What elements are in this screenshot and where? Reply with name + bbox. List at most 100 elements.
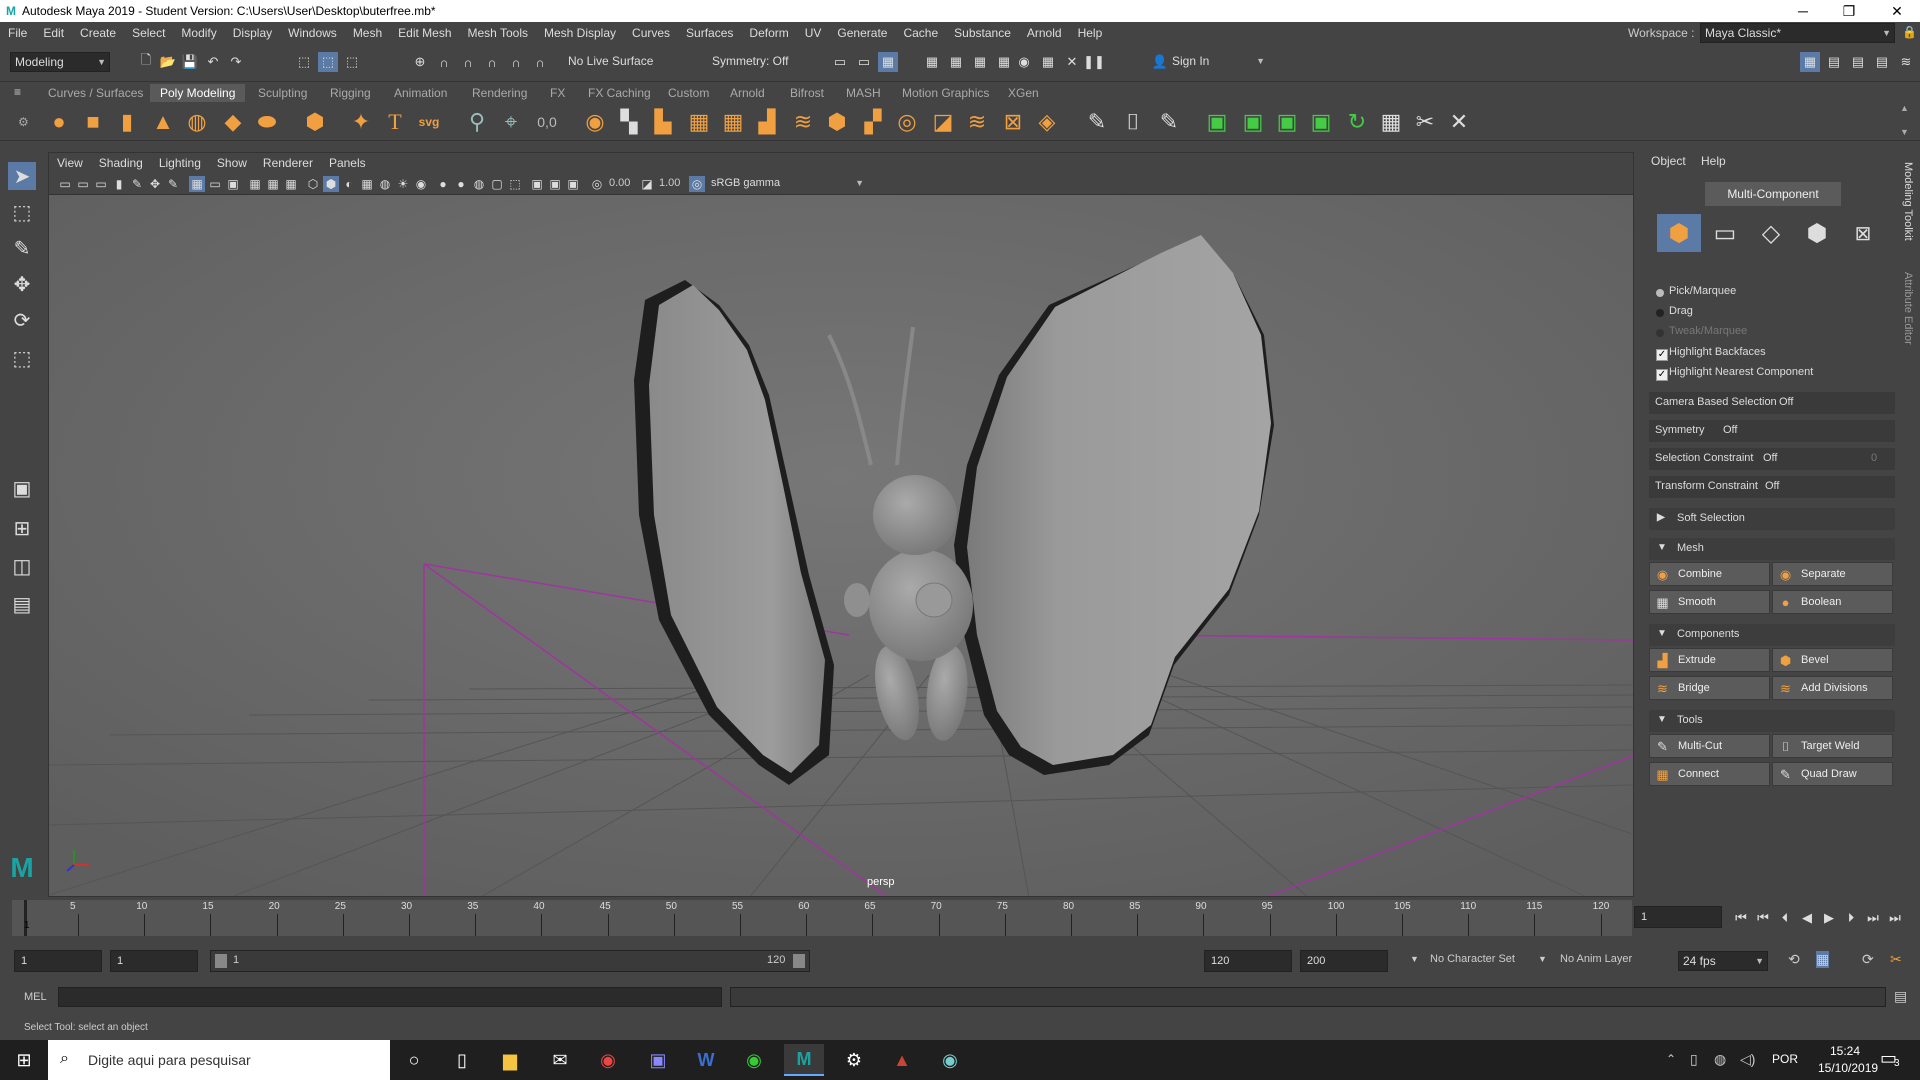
chrome-icon[interactable]: ◉	[588, 1044, 628, 1076]
sign-in-button[interactable]: Sign In ▼	[1168, 52, 1268, 72]
poly-disc-icon[interactable]: ⬬	[252, 107, 282, 137]
save-scene-icon[interactable]: 💾	[180, 52, 200, 72]
super-shape-icon[interactable]: ✦	[346, 107, 376, 137]
selection-constraint-row[interactable]: Selection Constraint Off 0	[1649, 448, 1895, 470]
menu-generate[interactable]: Generate	[829, 26, 895, 40]
two-view-layout-icon[interactable]: ◫	[8, 552, 36, 580]
arnold-ipr-icon[interactable]: ▦	[1038, 52, 1058, 72]
word-icon[interactable]: W	[686, 1044, 726, 1076]
arnold-stop-icon[interactable]: ✕	[1062, 52, 1082, 72]
select-component-icon[interactable]: ⬚	[342, 52, 362, 72]
range-slider-start-handle[interactable]	[215, 954, 227, 968]
shelf-scroll-down-icon[interactable]: ▼	[1900, 127, 1909, 137]
tab-fx-caching[interactable]: FX Caching	[578, 84, 661, 102]
uv-mode-icon[interactable]: ⊠	[1841, 214, 1885, 252]
menuset-select[interactable]: Modeling ▼	[10, 52, 110, 72]
ipr-render-icon[interactable]: ▦	[946, 52, 966, 72]
maya-taskbar-icon[interactable]: M	[784, 1044, 824, 1076]
menu-mesh-tools[interactable]: Mesh Tools	[460, 26, 536, 40]
symmetry-value[interactable]: Off	[1723, 424, 1737, 436]
task-view-icon[interactable]: ▯	[442, 1044, 482, 1076]
shelf-menu-icon[interactable]: ≡	[14, 85, 21, 99]
viewport-menu-lighting[interactable]: Lighting	[151, 156, 209, 170]
extrude-icon[interactable]: ▟	[752, 107, 782, 137]
play-forwards-icon[interactable]: ▶	[1820, 910, 1838, 926]
backface-culling-icon[interactable]: ▣	[565, 176, 581, 192]
spotify-icon[interactable]: ◉	[734, 1044, 774, 1076]
smooth-icon[interactable]: ▦	[684, 107, 714, 137]
menu-mesh[interactable]: Mesh	[345, 26, 390, 40]
uv-cut-icon[interactable]: ✂	[1410, 107, 1440, 137]
menu-mesh-display[interactable]: Mesh Display	[536, 26, 624, 40]
auto-key-icon[interactable]: ▦	[1816, 951, 1830, 968]
tab-rendering[interactable]: Rendering	[462, 84, 537, 102]
multi-component-button[interactable]: Multi-Component	[1705, 182, 1841, 206]
clock-time[interactable]: 15:24	[1830, 1044, 1860, 1058]
chevron-down-icon[interactable]: ▼	[1410, 954, 1419, 964]
tab-mash[interactable]: MASH	[836, 84, 891, 102]
hypershade-icon[interactable]: ▦	[994, 52, 1014, 72]
animation-prefs-icon[interactable]: ⟳	[1862, 951, 1874, 968]
uv-layout-icon[interactable]: ▦	[1376, 107, 1406, 137]
color-space-select[interactable]: sRGB gamma ▼	[707, 174, 867, 193]
range-slider[interactable]: 1 120	[210, 950, 810, 972]
render-settings-icon[interactable]: ▦	[970, 52, 990, 72]
shadows-icon[interactable]: ☀	[395, 176, 411, 192]
tab-animation[interactable]: Animation	[384, 84, 457, 102]
menu-help[interactable]: Help	[1070, 26, 1111, 40]
camera-based-selection-row[interactable]: Camera Based Selection Off	[1649, 392, 1895, 414]
scale-tool-icon[interactable]: ⬚	[8, 344, 36, 372]
discord-icon[interactable]: ▣	[638, 1044, 678, 1076]
exposure-icon[interactable]: ◎	[589, 176, 605, 192]
steam-icon[interactable]: ⚙	[834, 1044, 874, 1076]
tab-xgen[interactable]: XGen	[998, 84, 1049, 102]
bookmark-icon[interactable]: ▭	[93, 176, 109, 192]
uv-auto-icon[interactable]: ▣	[1306, 107, 1336, 137]
isolate-select-icon[interactable]: ▢	[489, 176, 505, 192]
tab-rigging[interactable]: Rigging	[320, 84, 381, 102]
animation-start-field[interactable]: 1	[14, 950, 102, 972]
lasso-tool-icon[interactable]: ⬚	[8, 198, 36, 226]
go-to-end-icon[interactable]: ⏭	[1886, 910, 1904, 926]
snap-point-icon[interactable]: ∩	[458, 52, 478, 72]
soft-selection-section[interactable]: ▶ Soft Selection	[1649, 508, 1895, 530]
tab-custom[interactable]: Custom	[658, 84, 719, 102]
go-to-start-icon[interactable]: ⏮	[1732, 910, 1750, 926]
combine-icon[interactable]: ◉	[580, 107, 610, 137]
minimize-button[interactable]: ─	[1780, 0, 1826, 22]
rotate-tool-icon[interactable]: ⟳	[8, 306, 36, 334]
step-forward-key-icon[interactable]: ⏭	[1864, 910, 1882, 926]
step-forward-frame-icon[interactable]: ⏵	[1842, 910, 1860, 926]
motion-blur-icon[interactable]: ●	[435, 176, 451, 192]
extrude-button[interactable]: ▟ Extrude	[1649, 648, 1770, 672]
close-button[interactable]: ✕	[1874, 0, 1920, 22]
playback-end-field[interactable]: 120	[1204, 950, 1292, 972]
mel-label[interactable]: MEL	[24, 991, 47, 1003]
four-view-layout-icon[interactable]: ⊞	[8, 514, 36, 542]
viewport-scene[interactable]: persp	[49, 195, 1634, 897]
field-chart-icon[interactable]: ▦	[265, 176, 281, 192]
usb-icon[interactable]: ▯	[1690, 1051, 1698, 1068]
snap-curve-icon[interactable]: ∩	[434, 52, 454, 72]
components-section[interactable]: ▼ Components	[1649, 624, 1895, 646]
poly-cube-icon[interactable]: ■	[78, 107, 108, 137]
animation-end-field[interactable]: 200	[1300, 950, 1388, 972]
fill-hole-icon[interactable]: ▦	[718, 107, 748, 137]
menu-uv[interactable]: UV	[797, 26, 830, 40]
file-explorer-icon[interactable]: ▆	[490, 1044, 530, 1076]
viewport-panel[interactable]: View Shading Lighting Show Renderer Pane…	[48, 152, 1634, 897]
tools-section[interactable]: ▼ Tools	[1649, 710, 1895, 732]
windows-start-icon[interactable]: ⊞	[4, 1044, 44, 1076]
exposure-value[interactable]: 0.00	[609, 177, 630, 189]
mail-icon[interactable]: ✉	[540, 1044, 580, 1076]
mesh-section[interactable]: ▼ Mesh	[1649, 538, 1895, 560]
separate-icon[interactable]: ▚	[614, 107, 644, 137]
xray-components-icon[interactable]: ▣	[547, 176, 563, 192]
smooth-shade-icon[interactable]: ⬢	[323, 176, 339, 192]
object-mode-icon[interactable]: ⬢	[1657, 214, 1701, 252]
poke-icon[interactable]: ◪	[928, 107, 958, 137]
boolean-button[interactable]: ● Boolean	[1772, 590, 1893, 614]
multi-cut-button[interactable]: ✎ Multi-Cut	[1649, 734, 1770, 758]
select-tool-icon[interactable]: ➤	[8, 162, 36, 190]
menu-create[interactable]: Create	[72, 26, 124, 40]
